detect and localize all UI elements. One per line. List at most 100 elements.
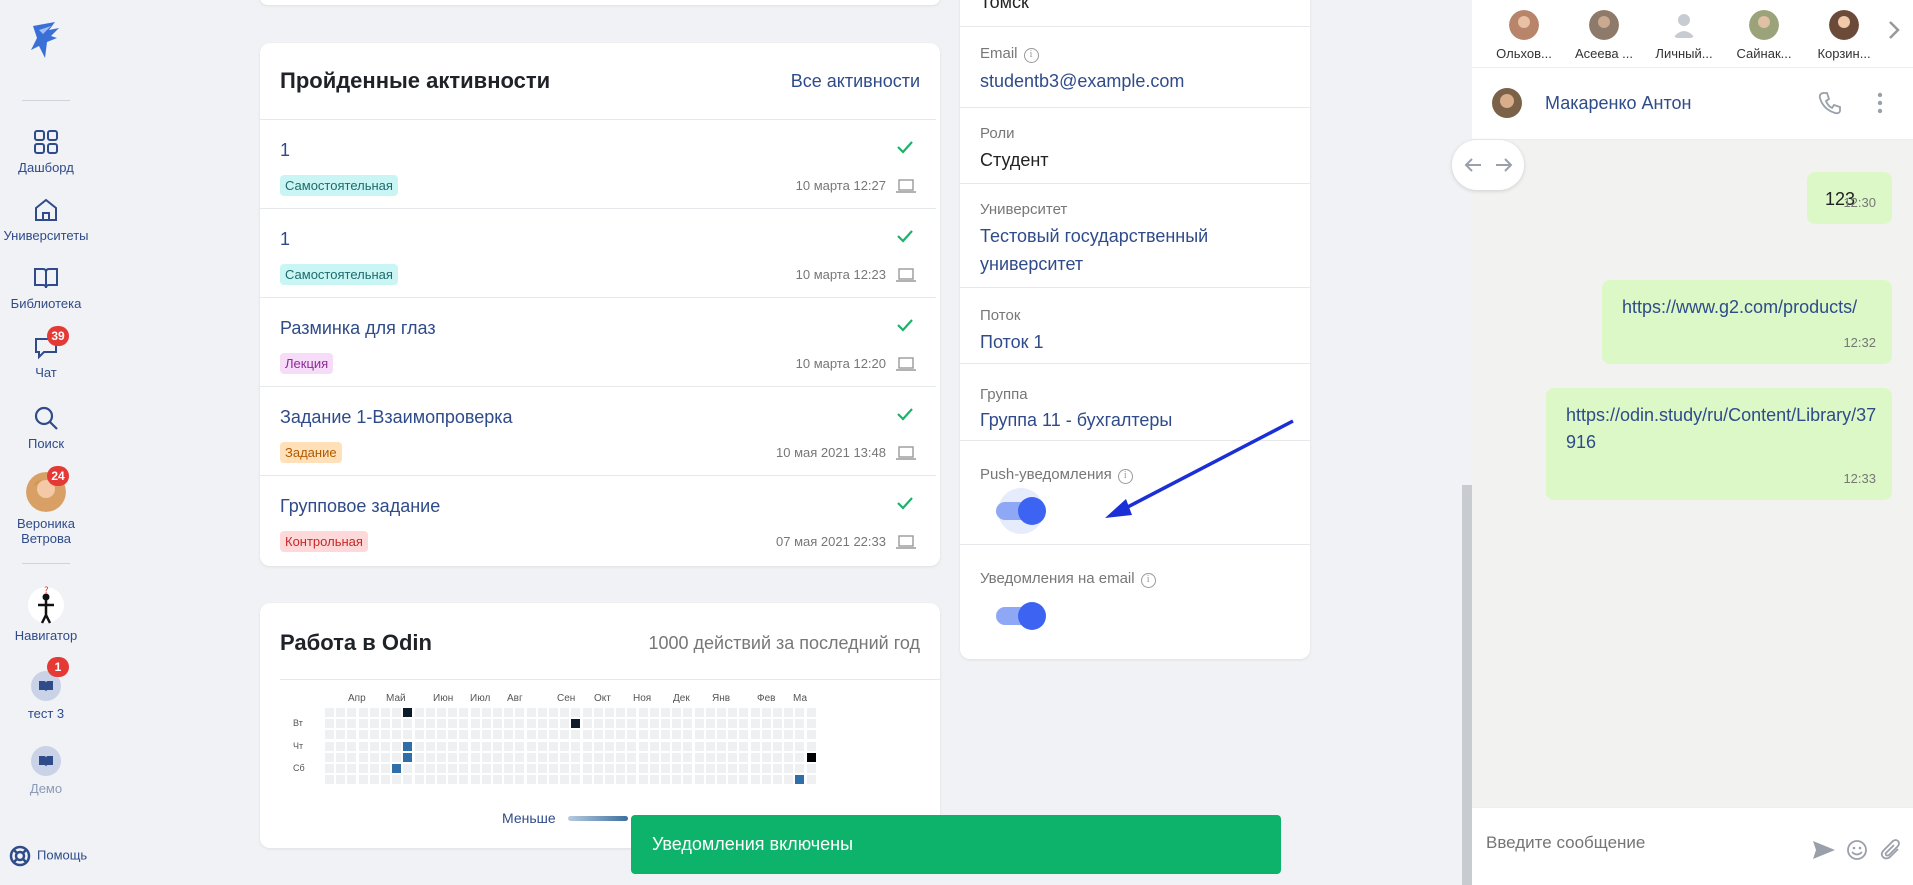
heatmap-cell[interactable] [347, 741, 357, 751]
heatmap-cell[interactable] [537, 730, 547, 740]
heatmap-cell[interactable] [605, 708, 614, 717]
heatmap-cell[interactable] [795, 752, 805, 762]
more-vertical-icon[interactable] [1877, 92, 1883, 114]
activity-row[interactable]: Задание 1-Взаимопроверка Задание 10 мая … [260, 386, 936, 475]
heatmap-cell[interactable] [739, 752, 749, 762]
heatmap-cell[interactable] [739, 764, 749, 773]
heatmap-cell[interactable] [661, 708, 670, 717]
heatmap-cell[interactable] [481, 775, 491, 785]
heatmap-cell[interactable] [750, 730, 760, 740]
heatmap-cell[interactable] [493, 741, 502, 751]
heatmap-cell[interactable] [638, 730, 648, 740]
send-icon[interactable] [1812, 840, 1836, 860]
heatmap-cell[interactable] [649, 708, 659, 717]
forward-arrow-icon[interactable] [1495, 157, 1513, 173]
heatmap-cell[interactable] [627, 719, 637, 729]
heatmap-cell[interactable] [683, 764, 693, 773]
heatmap-cell[interactable] [336, 775, 346, 785]
heatmap-cell[interactable] [806, 730, 816, 740]
heatmap-cell[interactable] [627, 708, 637, 717]
heatmap-cell[interactable] [694, 719, 704, 729]
message-link[interactable]: https://odin.study/ru/Content/Library/37… [1566, 402, 1886, 456]
heatmap-cell[interactable] [537, 708, 547, 717]
heatmap-cell[interactable] [358, 752, 368, 762]
heatmap-cell[interactable] [739, 730, 749, 740]
heatmap-cell[interactable] [549, 741, 558, 751]
heatmap-cell[interactable] [437, 764, 446, 773]
heatmap-cell[interactable] [593, 719, 603, 729]
heatmap-cell[interactable] [403, 741, 413, 751]
info-icon[interactable]: i [1023, 48, 1039, 63]
heatmap-cell[interactable] [392, 741, 402, 751]
heatmap-cell[interactable] [526, 775, 536, 785]
heatmap-cell[interactable] [358, 730, 368, 740]
heatmap-cell[interactable] [761, 741, 771, 751]
heatmap-cell[interactable] [437, 730, 446, 740]
heatmap-cell[interactable] [694, 708, 704, 717]
heatmap-cell[interactable] [661, 741, 670, 751]
heatmap-cell[interactable] [459, 730, 469, 740]
heatmap-cell[interactable] [582, 741, 592, 751]
heatmap-cell[interactable] [414, 752, 424, 762]
heatmap-cell[interactable] [515, 708, 525, 717]
chat-contact[interactable]: Асеева ... [1564, 10, 1644, 61]
heatmap-cell[interactable] [369, 775, 379, 785]
heatmap-cell[interactable] [616, 775, 626, 785]
heatmap-cell[interactable] [526, 719, 536, 729]
heatmap-cell[interactable] [549, 764, 558, 773]
heatmap-cell[interactable] [717, 719, 726, 729]
activity-row[interactable]: Групповое задание Контрольная 07 мая 202… [260, 475, 936, 564]
heatmap-cell[interactable] [705, 719, 715, 729]
heatmap-cell[interactable] [582, 764, 592, 773]
heatmap-cell[interactable] [448, 719, 458, 729]
heatmap-cell[interactable] [672, 775, 682, 785]
heatmap-cell[interactable] [493, 775, 502, 785]
heatmap-cell[interactable] [526, 752, 536, 762]
heatmap-cell[interactable] [739, 719, 749, 729]
activity-row[interactable]: 1 Самостоятельная 10 марта 12:27 [260, 119, 936, 208]
heatmap-cell[interactable] [470, 764, 480, 773]
message-input[interactable] [1486, 828, 1786, 858]
heatmap-cell[interactable] [683, 752, 693, 762]
heatmap-cell[interactable] [537, 719, 547, 729]
heatmap-cell[interactable] [672, 719, 682, 729]
heatmap-cell[interactable] [616, 719, 626, 729]
page-scrollbar[interactable] [1462, 485, 1472, 885]
heatmap-cell[interactable] [515, 719, 525, 729]
heatmap-cell[interactable] [672, 741, 682, 751]
heatmap-cell[interactable] [795, 764, 805, 773]
message-link[interactable]: https://www.g2.com/products/ [1622, 294, 1857, 321]
heatmap-cell[interactable] [493, 764, 502, 773]
heatmap-cell[interactable] [750, 719, 760, 729]
heatmap-cell[interactable] [414, 741, 424, 751]
heatmap-cell[interactable] [694, 764, 704, 773]
heatmap-cell[interactable] [672, 730, 682, 740]
heatmap-cell[interactable] [537, 764, 547, 773]
heatmap-cell[interactable] [683, 730, 693, 740]
heatmap-cell[interactable] [369, 752, 379, 762]
heatmap-cell[interactable] [717, 775, 726, 785]
heatmap-cell[interactable] [739, 775, 749, 785]
heatmap-cell[interactable] [369, 741, 379, 751]
heatmap-cell[interactable] [459, 764, 469, 773]
heatmap-cell[interactable] [504, 730, 514, 740]
heatmap-cell[interactable] [403, 764, 413, 773]
heatmap-cell[interactable] [560, 741, 570, 751]
heatmap-cell[interactable] [773, 764, 782, 773]
heatmap-cell[interactable] [425, 764, 435, 773]
heatmap-cell[interactable] [616, 708, 626, 717]
heatmap-cell[interactable] [661, 730, 670, 740]
stream-value[interactable]: Поток 1 [980, 328, 1044, 356]
heatmap-cell[interactable] [448, 741, 458, 751]
heatmap-cell[interactable] [414, 708, 424, 717]
heatmap-cell[interactable] [571, 741, 581, 751]
heatmap-cell[interactable] [571, 752, 581, 762]
sidebar-item-navigator[interactable]: ? Навигатор [0, 585, 92, 643]
heatmap-cell[interactable] [649, 775, 659, 785]
heatmap-cell[interactable] [560, 730, 570, 740]
heatmap-cell[interactable] [616, 764, 626, 773]
heatmap-cell[interactable] [437, 741, 446, 751]
heatmap-cell[interactable] [414, 775, 424, 785]
heatmap-cell[interactable] [728, 741, 738, 751]
heatmap-cell[interactable] [717, 752, 726, 762]
